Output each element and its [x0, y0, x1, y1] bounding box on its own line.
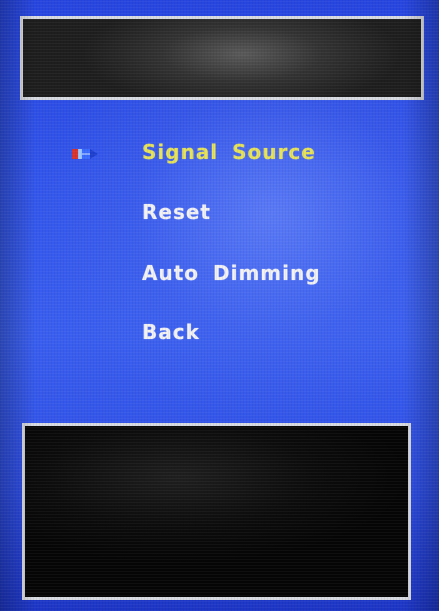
bottom-info-panel: [22, 423, 411, 600]
menu-item-reset[interactable]: Reset: [142, 200, 211, 224]
osd-screen: Signal Source Reset Auto Dimming Back: [0, 0, 439, 611]
menu-item-back[interactable]: Back: [142, 320, 200, 344]
menu-item-auto-dimming[interactable]: Auto Dimming: [142, 261, 321, 285]
pencil-pointer-icon: [72, 149, 98, 159]
menu-item-signal-source[interactable]: Signal Source: [142, 140, 316, 164]
